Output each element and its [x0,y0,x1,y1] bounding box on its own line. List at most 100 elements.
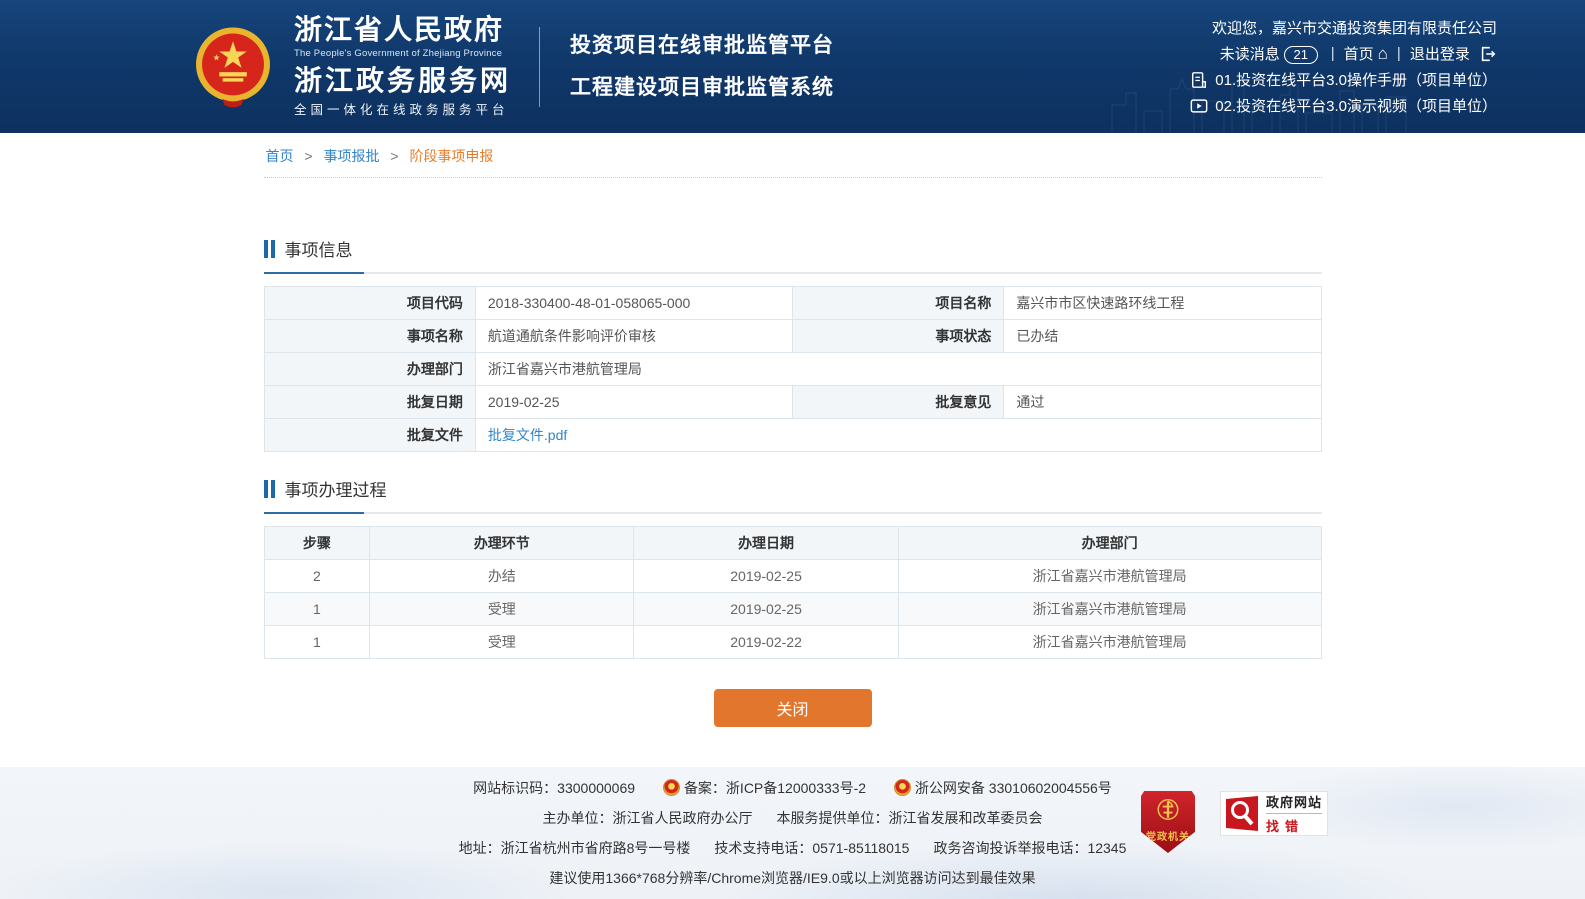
item-name-label: 事项名称 [264,320,475,353]
cell-dept: 浙江省嘉兴市港航管理局 [898,593,1321,626]
icp-text: 备案：浙ICP备12000333号-2 [684,780,866,796]
item-status-value: 已办结 [1004,320,1321,353]
provider-text: 本服务提供单位：浙江省发展和改革委员会 [777,808,1043,828]
footer-line-registration: 网站标识码：3300000069 备案：浙ICP备12000333号-2 浙公网… [0,773,1585,803]
national-emblem-logo [190,24,276,110]
section-underline [264,272,1322,274]
breadcrumb-separator: > [390,148,398,164]
organizer-text: 主办单位：浙江省人民政府办公厅 [543,808,753,828]
party-gov-badge[interactable]: 党政机关 [1141,791,1195,853]
breadcrumb-separator: > [304,148,312,164]
cell-stage: 受理 [370,593,634,626]
cell-date: 2019-02-25 [634,560,898,593]
col-header-step: 步骤 [264,527,370,560]
project-code-label: 项目代码 [264,287,475,320]
section-title-text: 事项办理过程 [285,476,387,501]
main-content: 事项信息 项目代码 2018-330400-48-01-058065-000 项… [264,236,1322,727]
breadcrumb-home[interactable]: 首页 [266,148,294,164]
cell-date: 2019-02-22 [634,626,898,659]
find-error-line1: 政府网站 [1266,792,1322,811]
find-error-line2: 找错 [1266,816,1322,835]
tech-phone-text: 技术支持电话：0571-85118015 [714,838,909,858]
welcome-line: 欢迎您，嘉兴市交通投资集团有限责任公司 [1190,15,1497,41]
col-header-dept: 办理部门 [898,527,1321,560]
home-icon: ⌂ [1378,44,1388,63]
handle-dept-label: 办理部门 [264,353,475,386]
project-name-value: 嘉兴市市区快速路环线工程 [1004,287,1321,320]
project-code-value: 2018-330400-48-01-058065-000 [475,287,792,320]
section-marker-bars-icon [264,240,275,258]
home-link[interactable]: 首页⌂ [1344,43,1388,64]
footer-line-suggestion: 建议使用1366*768分辨率/Chrome浏览器/IE9.0或以上浏览器访问达… [0,863,1585,893]
cell-stage: 受理 [370,626,634,659]
section-underline [264,512,1322,514]
process-table: 步骤 办理环节 办理日期 办理部门 2 办结 2019-02-25 浙江省嘉兴市… [264,526,1322,659]
cell-stage: 办结 [370,560,634,593]
portal-subtitle: 全国一体化在线政务服务平台 [294,104,511,118]
close-button[interactable]: 关闭 [714,689,872,727]
approval-opinion-label: 批复意见 [792,386,1003,419]
header: 浙江省人民政府 The People's Government of Zheji… [0,0,1585,133]
process-table-header-row: 步骤 办理环节 办理日期 办理部门 [264,527,1321,560]
manual-link[interactable]: 01.投资在线平台3.0操作手册（项目单位） [1215,69,1497,90]
logout-link[interactable]: 退出登录 [1410,43,1497,64]
footer: 网站标识码：3300000069 备案：浙ICP备12000333号-2 浙公网… [0,767,1585,899]
breadcrumb-current: 阶段事项申报 [409,148,493,164]
party-badge-label: 党政机关 [1146,828,1190,843]
table-row: 事项名称 航道通航条件影响评价审核 事项状态 已办结 [264,320,1321,353]
platform-title-investment: 投资项目在线审批监管平台 [570,25,834,67]
handle-dept-value: 浙江省嘉兴市港航管理局 [475,353,1321,386]
approval-file-pdf-link[interactable]: 批复文件.pdf [488,427,567,443]
project-name-label: 项目名称 [792,287,1003,320]
user-actions-line: 未读消息21 | 首页⌂ | 退出登录 [1190,41,1497,67]
table-row: 1 受理 2019-02-22 浙江省嘉兴市港航管理局 [264,626,1321,659]
welcome-text: 欢迎您，嘉兴市交通投资集团有限责任公司 [1212,17,1497,38]
brand-block: 浙江省人民政府 The People's Government of Zheji… [294,16,511,118]
address-text: 地址：浙江省杭州市省府路8号一号楼 [459,838,691,858]
gov-title: 浙江省人民政府 [294,16,511,47]
table-row: 批复文件 批复文件.pdf [264,419,1321,452]
party-emblem-icon [1153,796,1183,826]
approval-opinion-value: 通过 [1004,386,1321,419]
unread-messages-link[interactable]: 未读消息21 [1220,43,1322,64]
item-info-table: 项目代码 2018-330400-48-01-058065-000 项目名称 嘉… [264,286,1322,452]
police-record-text: 浙公网安备 33010602004556号 [915,780,1112,796]
breadcrumb: 首页 > 事项报批 > 阶段事项申报 [264,133,1322,178]
col-header-date: 办理日期 [634,527,898,560]
cell-step: 2 [264,560,370,593]
footer-badges: 党政机关 政府网站 找错 [1141,791,1328,853]
table-row: 1 受理 2019-02-25 浙江省嘉兴市港航管理局 [264,593,1321,626]
breadcrumb-item-reporting[interactable]: 事项报批 [323,148,379,164]
process-section-title: 事项办理过程 [264,476,1322,501]
item-status-label: 事项状态 [792,320,1003,353]
national-emblem-icon [663,779,680,796]
video-link-line: 02.投资在线平台3.0演示视频（项目单位） [1190,93,1497,119]
platform-titles: 投资项目在线审批监管平台 工程建设项目审批监管系统 [570,25,834,109]
demo-video-link[interactable]: 02.投资在线平台3.0演示视频（项目单位） [1215,95,1497,116]
footer-line-contact: 地址：浙江省杭州市省府路8号一号楼 技术支持电话：0571-85118015 政… [0,833,1585,863]
header-divider [539,27,540,107]
logout-icon [1479,45,1497,63]
find-error-badge[interactable]: 政府网站 找错 [1220,791,1328,836]
gov-subtitle-en: The People's Government of Zhejiang Prov… [294,49,511,59]
table-row: 项目代码 2018-330400-48-01-058065-000 项目名称 嘉… [264,287,1321,320]
header-user-area: 欢迎您，嘉兴市交通投资集团有限责任公司 未读消息21 | 首页⌂ | 退出登录 [1190,15,1497,119]
item-name-value: 航道通航条件影响评价审核 [475,320,792,353]
unread-count-badge[interactable]: 21 [1284,46,1318,64]
col-header-stage: 办理环节 [370,527,634,560]
info-section-title: 事项信息 [264,236,1322,261]
separator: | [1331,45,1335,62]
find-error-divider [1266,813,1322,814]
police-emblem-icon [894,779,911,796]
approval-date-value: 2019-02-25 [475,386,792,419]
approval-date-label: 批复日期 [264,386,475,419]
cell-step: 1 [264,593,370,626]
approval-file-cell: 批复文件.pdf [475,419,1321,452]
document-icon [1190,71,1208,89]
complaint-phone-text: 政务咨询投诉举报电话：12345 [933,838,1126,858]
icp-group: 备案：浙ICP备12000333号-2 [663,778,866,798]
find-error-text: 政府网站 找错 [1266,792,1322,835]
approval-file-label: 批复文件 [264,419,475,452]
browser-suggestion-text: 建议使用1366*768分辨率/Chrome浏览器/IE9.0或以上浏览器访问达… [549,868,1035,888]
manual-link-line: 01.投资在线平台3.0操作手册（项目单位） [1190,67,1497,93]
